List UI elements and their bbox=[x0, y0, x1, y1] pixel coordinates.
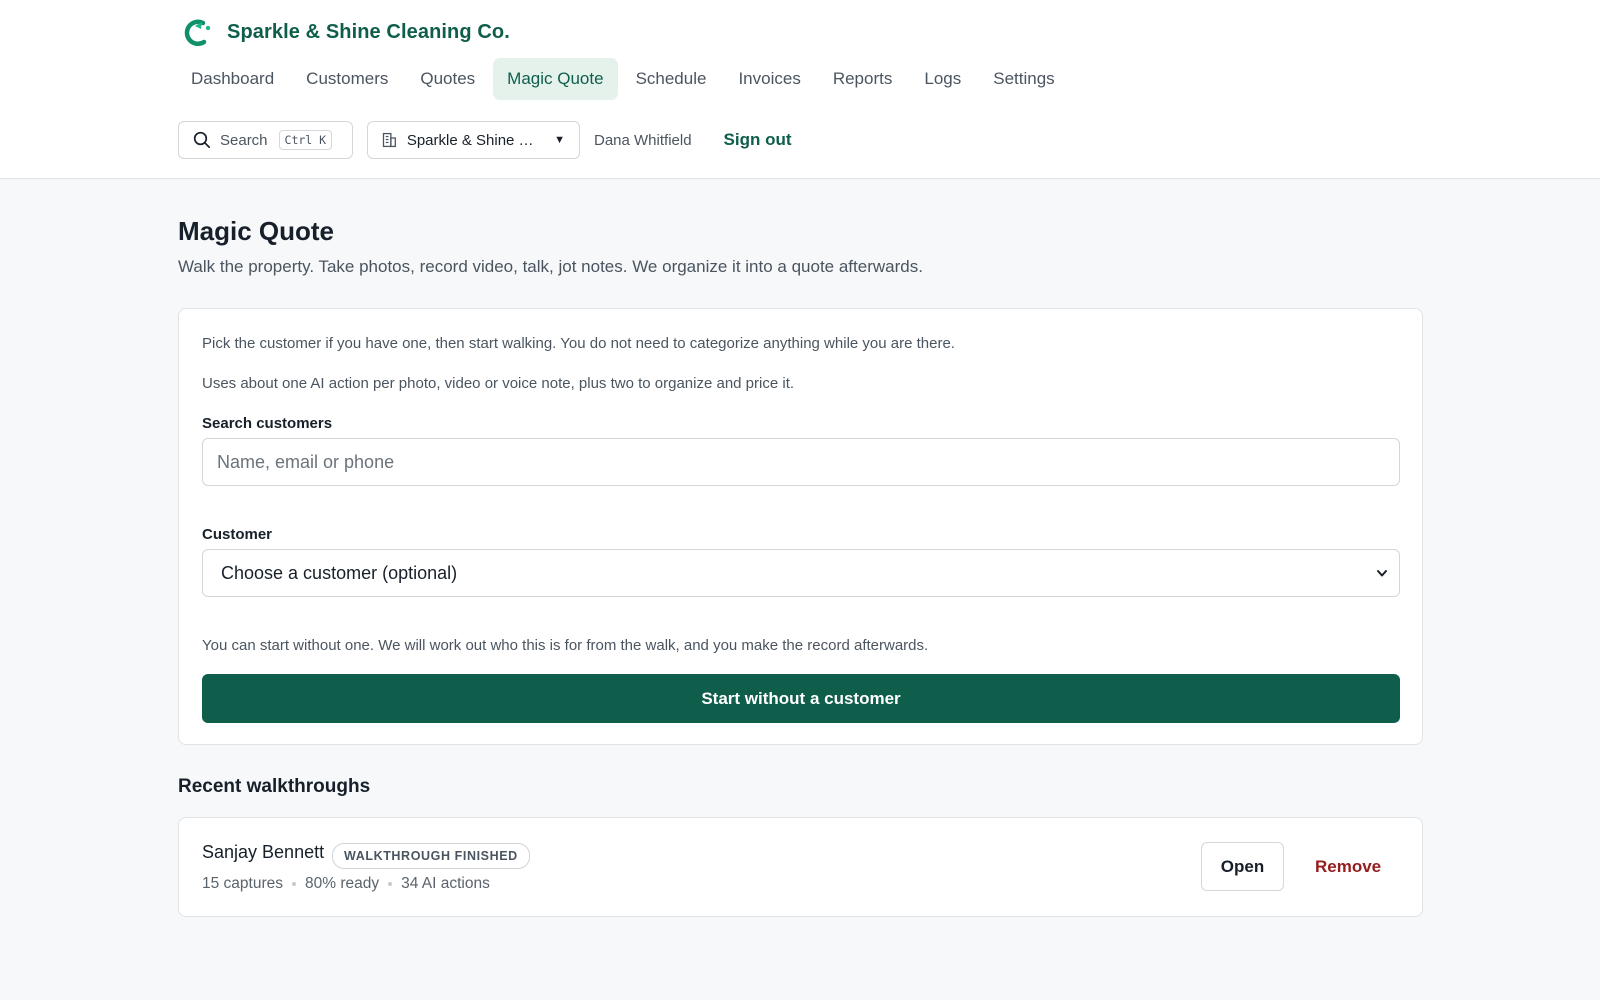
recent-walkthroughs-title: Recent walkthroughs bbox=[178, 776, 371, 797]
nav-item-quotes[interactable]: Quotes bbox=[406, 58, 489, 100]
customer-label: Customer bbox=[202, 526, 273, 543]
page-title: Magic Quote bbox=[178, 216, 335, 246]
building-icon bbox=[382, 132, 396, 148]
toolbar: Search Ctrl K Sparkle & Shine Cleaning C… bbox=[178, 121, 792, 159]
remove-walkthrough-button[interactable]: Remove bbox=[1303, 842, 1393, 891]
separator-dot bbox=[388, 882, 393, 886]
caret-down-icon: ▼ bbox=[554, 134, 565, 146]
ready-percent: 80% ready bbox=[305, 875, 380, 892]
nav-item-customers[interactable]: Customers bbox=[292, 58, 402, 100]
list-item: Sanjay Bennett WALKTHROUGH FINISHED 15 c… bbox=[178, 817, 1423, 917]
search-label: Search bbox=[220, 131, 268, 149]
chevron-down-icon bbox=[1377, 570, 1387, 577]
nav-item-logs[interactable]: Logs bbox=[910, 58, 975, 100]
search-button[interactable]: Search Ctrl K bbox=[178, 121, 353, 159]
main-nav: Dashboard Customers Quotes Magic Quote S… bbox=[177, 58, 1069, 100]
open-walkthrough-button[interactable]: Open bbox=[1201, 842, 1284, 891]
start-without-customer-button[interactable]: Start without a customer bbox=[202, 674, 1400, 723]
walkthrough-meta: 15 captures 80% ready 34 AI actions bbox=[202, 875, 490, 893]
current-user-name: Dana Whitfield bbox=[594, 131, 692, 149]
keyboard-shortcut: Ctrl K bbox=[278, 130, 333, 150]
sign-out-button[interactable]: Sign out bbox=[724, 130, 792, 150]
swirl-logo-icon bbox=[184, 19, 211, 46]
ai-action-count: 34 AI actions bbox=[401, 875, 490, 892]
nav-item-magic-quote[interactable]: Magic Quote bbox=[493, 58, 618, 100]
top-bar: Sparkle & Shine Cleaning Co. Dashboard C… bbox=[0, 0, 1600, 179]
customer-search-input[interactable] bbox=[202, 438, 1400, 486]
organization-switcher[interactable]: Sparkle & Shine Cleaning Co. ▼ bbox=[367, 121, 580, 159]
nav-item-dashboard[interactable]: Dashboard bbox=[177, 58, 288, 100]
magic-quote-form: Pick the customer if you have one, then … bbox=[178, 308, 1423, 745]
help-text-ai-usage: Uses about one AI action per photo, vide… bbox=[202, 375, 795, 392]
walkthrough-customer-name: Sanjay Bennett bbox=[202, 842, 325, 862]
separator-dot bbox=[292, 882, 296, 886]
search-icon bbox=[193, 131, 211, 149]
brand-name: Sparkle & Shine Cleaning Co. bbox=[227, 20, 510, 43]
capture-count: 15 captures bbox=[202, 875, 283, 892]
no-customer-hint: You can start without one. We will work … bbox=[202, 637, 929, 654]
customer-select-value: Choose a customer (optional) bbox=[221, 562, 458, 583]
search-customers-label: Search customers bbox=[202, 415, 333, 432]
nav-item-schedule[interactable]: Schedule bbox=[622, 58, 721, 100]
help-text-intro: Pick the customer if you have one, then … bbox=[202, 335, 955, 352]
organization-name: Sparkle & Shine Cleaning Co. bbox=[406, 131, 540, 149]
brand[interactable]: Sparkle & Shine Cleaning Co. bbox=[181, 16, 510, 48]
nav-item-settings[interactable]: Settings bbox=[979, 58, 1068, 100]
nav-item-invoices[interactable]: Invoices bbox=[724, 58, 814, 100]
status-badge: WALKTHROUGH FINISHED bbox=[332, 843, 530, 869]
nav-item-reports[interactable]: Reports bbox=[819, 58, 907, 100]
customer-select[interactable]: Choose a customer (optional) bbox=[202, 549, 1400, 597]
page-subtitle: Walk the property. Take photos, record v… bbox=[178, 257, 923, 276]
